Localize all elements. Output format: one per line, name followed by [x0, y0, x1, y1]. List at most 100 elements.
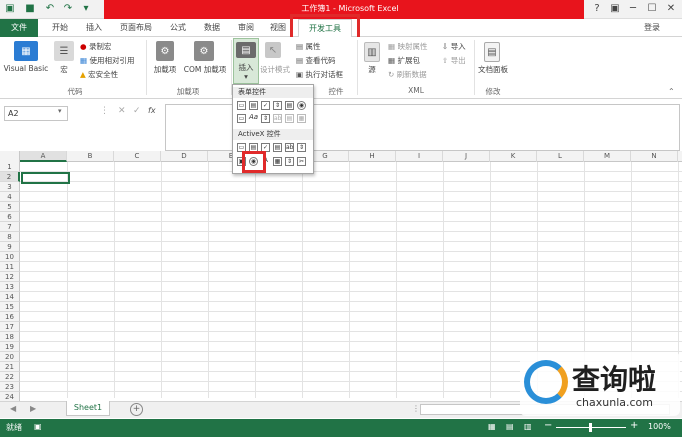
macros-button[interactable]: 宏 [56, 64, 72, 75]
column-header[interactable]: C [114, 151, 161, 162]
button-control-icon[interactable]: ▭ [237, 101, 246, 110]
list-box-control-icon[interactable]: ▤ [285, 101, 294, 110]
row-header[interactable]: 5 [0, 202, 20, 212]
row-header[interactable]: 20 [0, 352, 20, 362]
row-header[interactable]: 4 [0, 192, 20, 202]
activex-scrollbar-icon[interactable]: ⇕ [297, 143, 306, 152]
design-mode-button[interactable]: 设计模式 [258, 64, 292, 75]
next-sheet-icon[interactable]: ▶ [30, 404, 40, 414]
row-header[interactable]: 12 [0, 272, 20, 282]
tab-view[interactable]: 视图 [264, 20, 292, 36]
source-button[interactable]: 源 [362, 64, 382, 75]
map-properties-button[interactable]: ▦ 映射属性 [388, 41, 427, 52]
tab-split-handle[interactable]: ⋮ [412, 404, 420, 414]
column-header[interactable]: M [584, 151, 631, 162]
zoom-level[interactable]: 100% [648, 422, 671, 431]
column-header[interactable]: D [161, 151, 208, 162]
column-header[interactable]: J [443, 151, 490, 162]
tab-data[interactable]: 数据 [198, 20, 226, 36]
column-header[interactable]: I [396, 151, 443, 162]
column-header[interactable]: K [490, 151, 537, 162]
row-header[interactable]: 14 [0, 292, 20, 302]
record-macro-button[interactable]: ● 录制宏 [80, 41, 111, 52]
tab-insert[interactable]: 插入 [80, 20, 108, 36]
zoom-in-icon[interactable]: + [630, 420, 638, 431]
com-add-ins-button[interactable]: COM 加载项 [180, 64, 230, 75]
row-header[interactable]: 2 [0, 172, 20, 182]
activex-image-icon[interactable]: ▦ [273, 157, 282, 166]
row-header[interactable]: 22 [0, 372, 20, 382]
checkbox-control-icon[interactable]: ✓ [261, 101, 270, 110]
insert-function-button[interactable]: fx [148, 106, 162, 120]
row-header[interactable]: 7 [0, 222, 20, 232]
collapse-ribbon-icon[interactable]: ⌃ [668, 87, 678, 97]
undo-icon[interactable]: ↶ [44, 3, 56, 15]
combo-box-control-icon[interactable]: ▤ [249, 101, 258, 110]
relative-reference-button[interactable]: ▦ 使用相对引用 [80, 55, 134, 66]
group-box-control-icon[interactable]: ▭ [237, 114, 246, 123]
ribbon-options-icon[interactable]: ▣ [608, 2, 622, 16]
column-header[interactable]: H [349, 151, 396, 162]
row-header[interactable]: 6 [0, 212, 20, 222]
properties-button[interactable]: ▤ 属性 [296, 41, 320, 52]
page-break-view-icon[interactable]: ▥ [524, 422, 532, 431]
run-dialog-button[interactable]: ▣ 执行对话框 [296, 69, 343, 80]
scroll-bar-control-icon[interactable]: ⇕ [261, 114, 270, 123]
expansion-packs-button[interactable]: ▦ 扩展包 [388, 55, 420, 66]
sheet-tab-sheet1[interactable]: Sheet1 [66, 401, 110, 416]
activex-spin-icon[interactable]: ⇕ [285, 157, 294, 166]
label-control-icon[interactable]: Aa [249, 114, 258, 123]
row-header[interactable]: 15 [0, 302, 20, 312]
option-button-control-icon[interactable]: ◉ [297, 101, 306, 110]
page-layout-view-icon[interactable]: ▤ [506, 422, 514, 431]
row-header[interactable]: 23 [0, 382, 20, 392]
column-header[interactable]: N [631, 151, 678, 162]
activex-textbox-icon[interactable]: ab [285, 143, 294, 152]
help-icon[interactable]: ? [590, 2, 604, 16]
macro-security-button[interactable]: ▲ 宏安全性 [80, 69, 118, 80]
row-header[interactable]: 1 [0, 162, 20, 172]
save-icon[interactable]: ■ [24, 3, 36, 15]
tab-home[interactable]: 开始 [44, 20, 76, 36]
select-all-corner[interactable] [0, 151, 20, 162]
normal-view-icon[interactable]: ▦ [488, 422, 496, 431]
sign-in-link[interactable]: 登录 [644, 20, 674, 36]
refresh-data-button[interactable]: ↻ 刷新数据 [388, 69, 427, 80]
visual-basic-button[interactable]: Visual Basic [2, 64, 50, 73]
row-header[interactable]: 13 [0, 282, 20, 292]
tab-file[interactable]: 文件 [0, 19, 38, 37]
redo-icon[interactable]: ↷ [62, 3, 74, 15]
more-controls-icon[interactable]: ✂ [297, 157, 306, 166]
active-cell-a2[interactable] [21, 172, 70, 184]
row-header[interactable]: 19 [0, 342, 20, 352]
tab-review[interactable]: 审阅 [232, 20, 260, 36]
column-header[interactable]: A [20, 151, 67, 162]
row-header[interactable]: 16 [0, 312, 20, 322]
document-panel-button[interactable]: 文档面板 [474, 64, 512, 75]
spin-button-control-icon[interactable]: ⇕ [273, 101, 282, 110]
zoom-out-icon[interactable]: − [544, 420, 552, 431]
view-code-button[interactable]: ▤ 查看代码 [296, 55, 335, 66]
export-button[interactable]: ⇧ 导出 [442, 55, 466, 66]
row-header[interactable]: 11 [0, 262, 20, 272]
customize-qat-icon[interactable]: ▾ [80, 3, 92, 15]
minimize-icon[interactable]: ─ [626, 2, 640, 16]
row-header[interactable]: 17 [0, 322, 20, 332]
name-box-dropdown-icon[interactable]: ▾ [58, 107, 66, 119]
row-header[interactable]: 9 [0, 242, 20, 252]
row-header[interactable]: 8 [0, 232, 20, 242]
import-button[interactable]: ⇩ 导入 [442, 41, 466, 52]
maximize-icon[interactable]: ☐ [645, 2, 659, 16]
column-header[interactable]: L [537, 151, 584, 162]
zoom-slider-thumb[interactable] [589, 423, 592, 432]
row-header[interactable]: 3 [0, 182, 20, 192]
cancel-icon[interactable]: ✕ [118, 106, 130, 120]
row-header[interactable]: 10 [0, 252, 20, 262]
macro-record-icon[interactable]: ▣ [34, 422, 42, 431]
prev-sheet-icon[interactable]: ◀ [10, 404, 20, 414]
activex-listbox-icon[interactable]: ▤ [273, 143, 282, 152]
new-sheet-icon[interactable]: + [130, 403, 143, 416]
close-icon[interactable]: ✕ [664, 2, 678, 16]
add-ins-button[interactable]: 加载项 [148, 64, 182, 75]
enter-icon[interactable]: ✓ [133, 106, 145, 120]
